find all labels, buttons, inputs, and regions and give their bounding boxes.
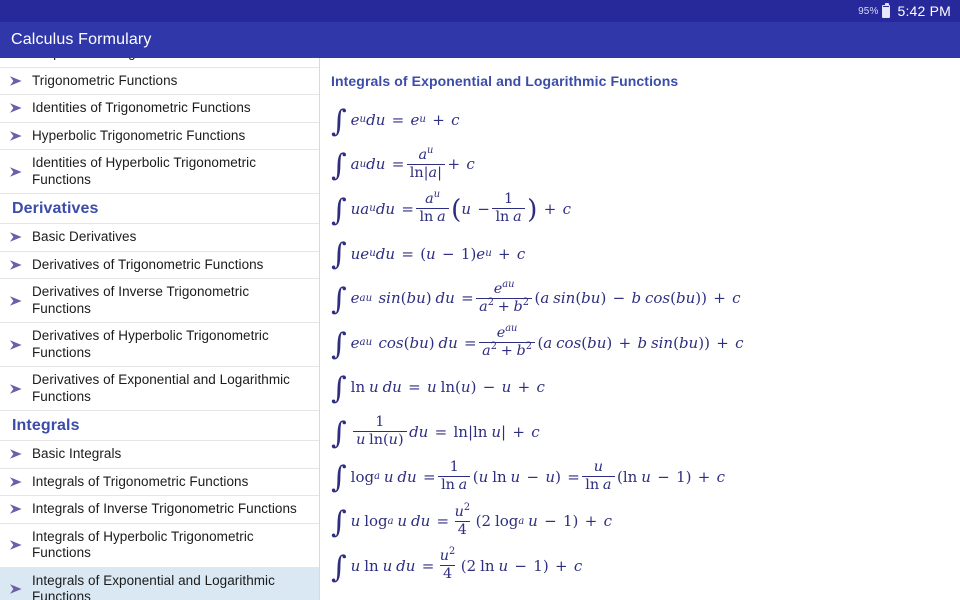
sidebar-scroll-container: Properties of Logarithms Trigonometric Fu… — [0, 58, 319, 600]
formula-log-a-u: ∫ log a u du = 1 ln a(u ln u − u) = u ln a(ln u −1) + c — [331, 458, 726, 496]
formula-row: ∫ e au cos(bu) du = eau a2 + b2(a cos(bu) + b sin(bu)… — [331, 321, 959, 366]
arrow-right-icon — [8, 258, 26, 272]
arrow-right-icon — [8, 58, 26, 60]
sidebar-item-trigonometric-functions[interactable]: Trigonometric Functions — [0, 67, 319, 95]
sidebar-item-label: Integrals of Exponential and Logarithmic… — [32, 572, 275, 600]
sidebar-item-basic-integrals[interactable]: Basic Integrals — [0, 441, 319, 469]
arrow-right-icon — [8, 294, 26, 308]
sidebar-section-label: Derivatives — [12, 199, 99, 217]
formula-row: ∫ u ln u du = u2 4(2 ln u −1) + c — [331, 544, 959, 589]
formula-a-u: ∫ a u du = au ln|a| + c — [331, 144, 475, 184]
formula-row: ∫ e au sin(bu) du = eau a2 + b2(a sin(bu) − b cos(bu)… — [331, 276, 959, 321]
formula-panel: Integrals of Exponential and Logarithmic… — [320, 58, 959, 600]
battery-percent-label: 95% — [858, 5, 879, 17]
sidebar-item-label: Properties of Logarithms — [32, 58, 180, 62]
sidebar-item-label: Derivatives of Trigonometric Functions — [32, 256, 264, 272]
sidebar-item-derivatives-of-inverse-trigonometric-functions[interactable]: Derivatives of Inverse Trigonometric Fun… — [0, 279, 319, 323]
page-title: Integrals of Exponential and Logarithmic… — [331, 73, 679, 89]
sidebar-section-header: Integrals — [0, 411, 319, 441]
arrow-right-icon — [8, 582, 26, 596]
formula-e-u: ∫ e u du = e u + c — [331, 103, 460, 139]
formula-row: ∫ e u du = e u + c — [331, 98, 959, 143]
arrow-right-icon — [8, 129, 26, 143]
sidebar-item-derivatives-of-hyperbolic-trigonometric-functions[interactable]: Derivatives of Hyperbolic Trigonometric … — [0, 323, 319, 367]
sidebar-item-label: Integrals of Hyperbolic Trigonometric Fu… — [32, 528, 254, 561]
sidebar-item-identities-of-hyperbolic-trigonometric-functions[interactable]: Identities of Hyperbolic Trigonometric F… — [0, 150, 319, 194]
sidebar-item-derivatives-of-exponential-and-logarithmic-functions[interactable]: Derivatives of Exponential and Logarithm… — [0, 367, 319, 411]
sidebar-item-integrals-of-hyperbolic-trigonometric-functions[interactable]: Integrals of Hyperbolic Trigonometric Fu… — [0, 523, 319, 568]
sidebar-item-label: Identities of Hyperbolic Trigonometric F… — [32, 155, 256, 187]
sidebar-section-header: Derivatives — [0, 194, 319, 224]
sidebar-item-identities-of-trigonometric-functions[interactable]: Identities of Trigonometric Functions — [0, 95, 319, 123]
sidebar-item-label: Derivatives of Hyperbolic Trigonometric … — [32, 328, 269, 360]
formula-ln-u: ∫ ln u du = u ln(u) − u + c — [331, 371, 545, 407]
formula-u-log-a-u: ∫ u log a u du = u2 4(2 log a u −1) + c — [331, 501, 612, 540]
formula-u-e-u: ∫ ue u du =(u −1) e u + c — [331, 237, 526, 273]
sidebar-item-integrals-of-exponential-and-logarithmic-functions[interactable]: Integrals of Exponential and Logarithmic… — [0, 567, 319, 600]
sidebar-item-derivatives-of-trigonometric-functions[interactable]: Derivatives of Trigonometric Functions — [0, 251, 319, 279]
formula-row: ∫ 1 u ln(u) du = ln|ln u | + c — [331, 410, 959, 455]
arrow-right-icon — [8, 502, 26, 516]
arrow-right-icon — [8, 230, 26, 244]
content-area: Properties of Logarithms Trigonometric Fu… — [0, 58, 960, 600]
sidebar-item-label: Basic Integrals — [32, 446, 122, 461]
clock-label: 5:42 PM — [897, 3, 951, 19]
arrow-right-icon — [8, 382, 26, 396]
formula-u-ln-u: ∫ u ln u du = u2 4(2 ln u −1) + c — [331, 546, 583, 585]
sidebar-nav[interactable]: Properties of Logarithms Trigonometric Fu… — [0, 58, 320, 600]
sidebar-item-label: Hyperbolic Trigonometric Functions — [32, 127, 246, 143]
formula-u-a-u: ∫ ua u du = au ln a(u −1 ln a) + c — [331, 189, 571, 228]
sidebar-item-label: Derivatives of Inverse Trigonometric Fun… — [32, 284, 250, 316]
arrow-right-icon — [8, 165, 26, 179]
sidebar-item-integrals-of-inverse-trigonometric-functions[interactable]: Integrals of Inverse Trigonometric Funct… — [0, 496, 319, 524]
sidebar-item-hyperbolic-trigonometric-functions[interactable]: Hyperbolic Trigonometric Functions — [0, 122, 319, 150]
sidebar-item-label: Integrals of Inverse Trigonometric Funct… — [32, 501, 297, 516]
arrow-right-icon — [8, 447, 26, 461]
formula-one-over-u-ln-u: ∫ 1 u ln(u) du = ln|ln u | + c — [331, 414, 540, 451]
sidebar-item-label: Trigonometric Functions — [32, 72, 178, 88]
formula-row: ∫ ln u du = u ln(u) − u + c — [331, 366, 959, 411]
arrow-right-icon — [8, 338, 26, 352]
sidebar-item-label: Integrals of Trigonometric Functions — [32, 473, 249, 489]
arrow-right-icon — [8, 475, 26, 489]
arrow-right-icon — [8, 101, 26, 115]
app-header: Calculus Formulary — [0, 22, 960, 58]
arrow-right-icon — [8, 538, 26, 552]
sidebar-item-label: Basic Derivatives — [32, 229, 137, 244]
sidebar-section-label: Integrals — [12, 416, 80, 434]
app-root: 95% 5:42 PM Calculus Formulary Propertie… — [0, 0, 960, 600]
sidebar-item-properties-of-logarithms[interactable]: Properties of Logarithms — [0, 58, 319, 68]
battery-icon — [882, 2, 891, 18]
formula-e-au-cos: ∫ e au cos(bu) du = eau a2 + b2(a cos(bu) + b sin(bu)… — [331, 323, 744, 362]
app-title: Calculus Formulary — [11, 31, 152, 48]
sidebar-item-basic-derivatives[interactable]: Basic Derivatives — [0, 224, 319, 252]
formula-e-au-sin: ∫ e au sin(bu) du = eau a2 + b2(a sin(bu) − b cos(bu)… — [331, 278, 741, 317]
formula-list: ∫ e u du = e u + c ∫ a u du = au ln|a| + c ∫ ua u du = au ln a(… — [331, 98, 959, 589]
sidebar-item-label: Derivatives of Exponential and Logarithm… — [32, 372, 290, 404]
formula-row: ∫ ua u du = au ln a(u −1 ln a) + c — [331, 187, 959, 232]
formula-row: ∫ a u du = au ln|a| + c — [331, 143, 959, 188]
sidebar-item-integrals-of-trigonometric-functions[interactable]: Integrals of Trigonometric Functions — [0, 468, 319, 496]
formula-row: ∫ u log a u du = u2 4(2 log a u −1) + c — [331, 499, 959, 544]
sidebar-item-label: Identities of Trigonometric Functions — [32, 100, 251, 115]
arrow-right-icon — [8, 74, 26, 88]
formula-row: ∫ log a u du = 1 ln a(u ln u − u) = u ln a(ln u −1) + c — [331, 455, 959, 500]
formula-row: ∫ ue u du =(u −1) e u + c — [331, 232, 959, 277]
status-bar: 95% 5:42 PM — [0, 0, 960, 22]
